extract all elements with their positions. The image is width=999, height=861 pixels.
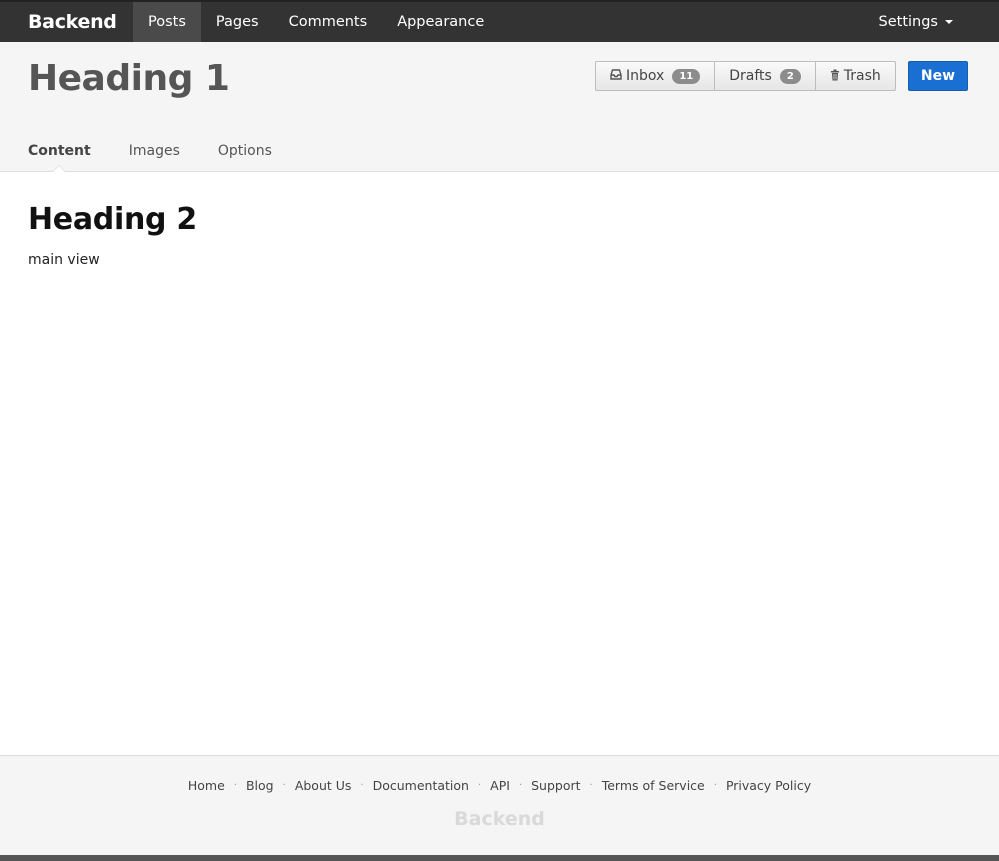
footer-link-documentation[interactable]: Documentation xyxy=(373,778,469,793)
footer-link-blog[interactable]: Blog xyxy=(246,778,274,793)
footer-link-about-us[interactable]: About Us xyxy=(295,778,352,793)
footer-separator: · xyxy=(282,780,286,791)
footer-separator: · xyxy=(233,780,237,791)
nav-item-appearance[interactable]: Appearance xyxy=(382,2,499,42)
footer-separator: · xyxy=(360,780,364,791)
top-navbar: Backend Posts Pages Comments Appearance … xyxy=(0,0,999,42)
footer-link-support[interactable]: Support xyxy=(531,778,580,793)
bottom-edge-bar xyxy=(0,855,999,861)
mailbox-button-group: Inbox 11 Drafts 2 Trash xyxy=(595,61,896,91)
page-title: Heading 1 xyxy=(28,58,230,99)
inbox-label: Inbox xyxy=(626,68,665,84)
footer-link-api[interactable]: API xyxy=(490,778,510,793)
inbox-count-badge: 11 xyxy=(672,68,701,84)
trash-button[interactable]: Trash xyxy=(816,62,895,90)
nav-item-pages[interactable]: Pages xyxy=(201,2,274,42)
tab-images[interactable]: Images xyxy=(129,131,180,171)
page-footer: Home · Blog · About Us · Documentation ·… xyxy=(0,755,999,855)
inbox-icon xyxy=(610,69,622,83)
trash-icon xyxy=(830,69,840,84)
footer-brand-logo: Backend xyxy=(454,808,545,830)
settings-label: Settings xyxy=(878,14,938,30)
tab-content[interactable]: Content xyxy=(28,131,91,172)
inbox-button[interactable]: Inbox 11 xyxy=(596,62,716,90)
nav-item-posts[interactable]: Posts xyxy=(133,2,201,42)
footer-link-home[interactable]: Home xyxy=(188,778,225,793)
footer-link-terms[interactable]: Terms of Service xyxy=(602,778,705,793)
footer-separator: · xyxy=(518,780,523,791)
drafts-button[interactable]: Drafts 2 xyxy=(715,62,816,90)
new-button[interactable]: New xyxy=(908,61,968,91)
tab-options[interactable]: Options xyxy=(218,131,272,171)
footer-separator: · xyxy=(713,780,717,791)
main-view-text: main view xyxy=(28,252,100,268)
footer-separator: · xyxy=(477,780,482,791)
footer-link-privacy[interactable]: Privacy Policy xyxy=(726,778,811,793)
footer-links: Home · Blog · About Us · Documentation ·… xyxy=(0,778,999,793)
settings-dropdown[interactable]: Settings xyxy=(864,2,999,42)
footer-separator: · xyxy=(589,780,593,791)
section-heading: Heading 2 xyxy=(28,202,197,237)
drafts-label: Drafts xyxy=(729,68,772,84)
content-tabs: Content Images Options xyxy=(28,131,310,172)
drafts-count-badge: 2 xyxy=(779,68,801,84)
trash-label: Trash xyxy=(843,68,881,84)
nav-item-comments[interactable]: Comments xyxy=(274,2,383,42)
page-header: Heading 1 Inbox 11 Drafts 2 Trash New Co… xyxy=(0,42,999,172)
caret-down-icon xyxy=(945,20,953,24)
brand-logo[interactable]: Backend xyxy=(0,2,133,42)
